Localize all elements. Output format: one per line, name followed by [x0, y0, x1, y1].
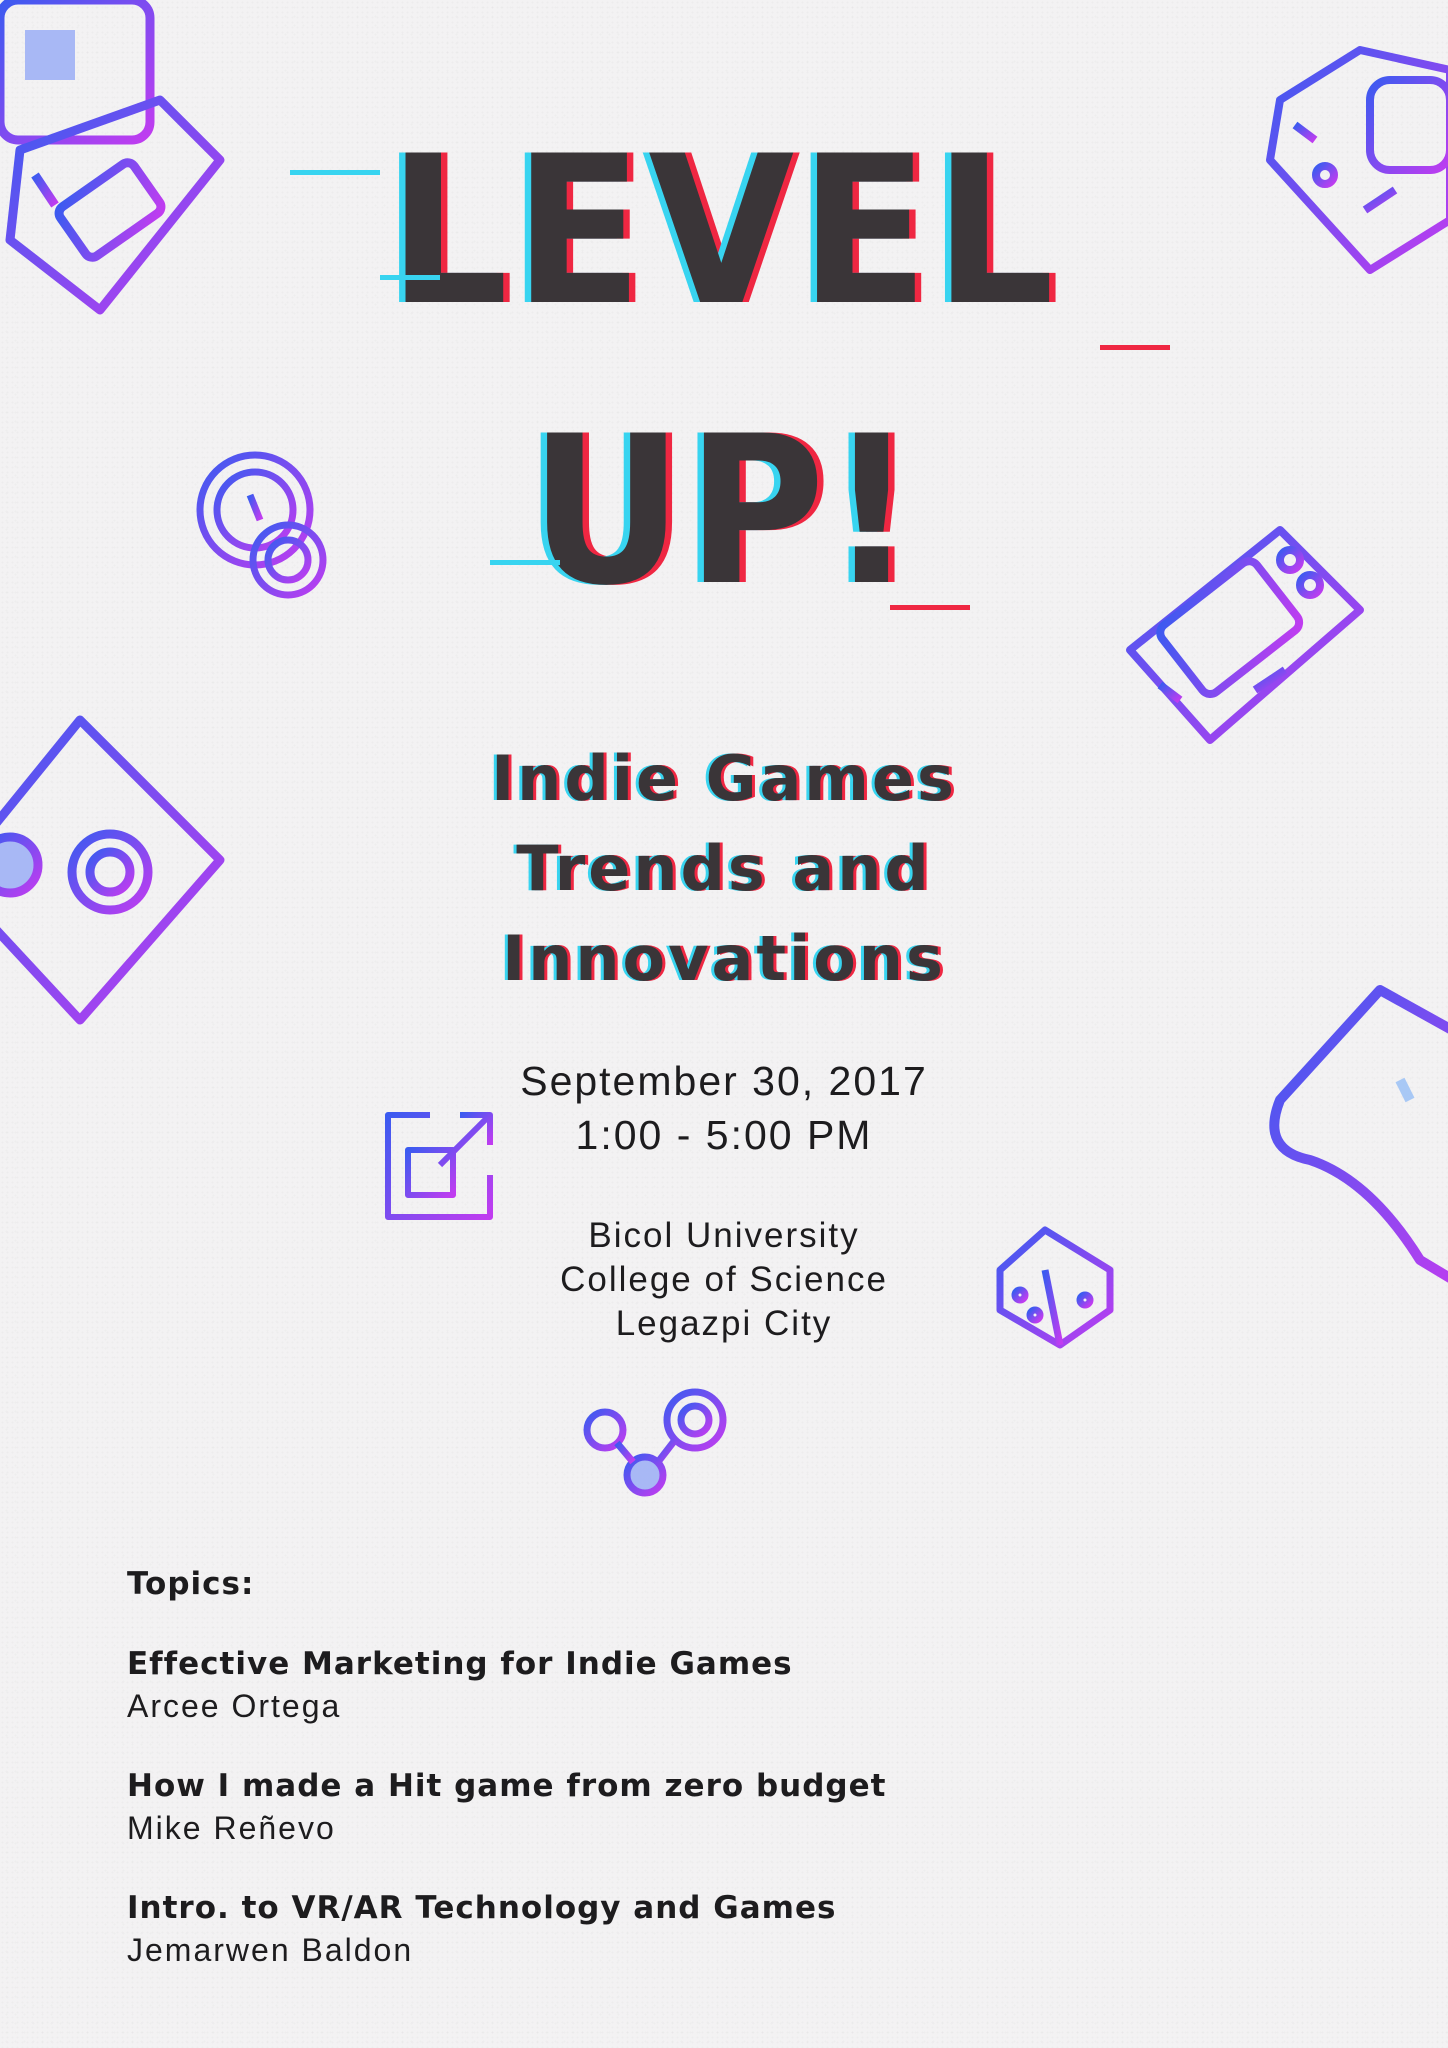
topic-speaker: Mike Reñevo — [127, 1810, 336, 1846]
glitch-streak — [890, 605, 970, 610]
subtitle-line-3: Innovations — [502, 922, 946, 995]
venue-line-3: Legazpi City — [615, 1304, 833, 1343]
topics-heading: Topics: — [127, 1566, 255, 1602]
title-level: LEVEL — [388, 113, 1060, 351]
venue-line-1: Bicol University — [588, 1216, 860, 1255]
glitch-streak — [290, 170, 380, 175]
event-time: 1:00 - 5:00 PM — [575, 1112, 873, 1158]
subtitle-line-1: Indie Games — [491, 742, 957, 815]
title-up: UP! — [529, 393, 919, 631]
topic-title: Intro. to VR/AR Technology and Games — [127, 1890, 837, 1926]
glitch-streak — [490, 560, 560, 565]
topic-speaker: Arcee Ortega — [127, 1688, 342, 1724]
event-date: September 30, 2017 — [520, 1058, 928, 1104]
subtitle-line-2: Trends and — [516, 832, 932, 905]
venue-line-2: College of Science — [560, 1260, 888, 1299]
glitch-streak — [1100, 345, 1170, 350]
topic-title: How I made a Hit game from zero budget — [127, 1768, 887, 1804]
topic-title: Effective Marketing for Indie Games — [127, 1646, 793, 1682]
nodes-icon — [583, 1388, 727, 1497]
glitch-streak — [380, 275, 440, 280]
topic-speaker: Jemarwen Baldon — [127, 1932, 414, 1968]
